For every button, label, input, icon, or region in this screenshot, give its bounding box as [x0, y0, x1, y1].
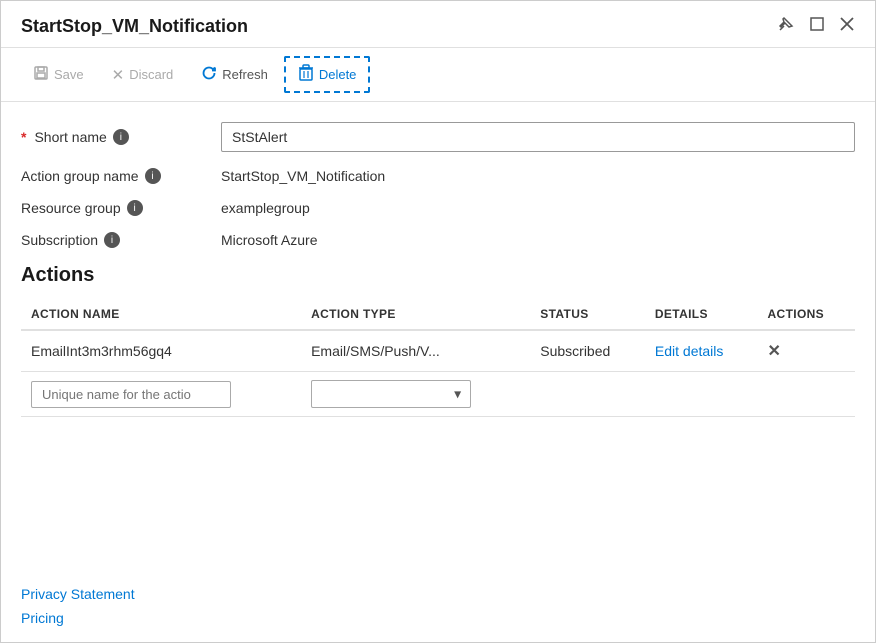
short-name-label: Short name i	[21, 129, 221, 145]
subscription-info-icon[interactable]: i	[104, 232, 120, 248]
panel-title: StartStop_VM_Notification	[21, 16, 248, 37]
delete-label: Delete	[319, 67, 357, 82]
col-status: STATUS	[530, 299, 645, 330]
action-type-select-wrapper: Email/SMS/Push/Voice Webhook Azure Funct…	[311, 380, 471, 408]
col-action-name: ACTION NAME	[21, 299, 301, 330]
new-action-status-cell	[530, 372, 645, 417]
new-action-name-cell	[21, 372, 301, 417]
action-group-name-row: Action group name i StartStop_VM_Notific…	[21, 168, 855, 184]
action-group-name-value: StartStop_VM_Notification	[221, 168, 385, 184]
privacy-statement-link[interactable]: Privacy Statement	[21, 586, 855, 602]
new-action-name-input[interactable]	[31, 381, 231, 408]
subscription-value: Microsoft Azure	[221, 232, 317, 248]
main-panel: StartStop_VM_Notification	[0, 0, 876, 643]
close-button[interactable]	[839, 16, 855, 36]
new-action-details-cell	[645, 372, 758, 417]
resource-group-value: examplegroup	[221, 200, 310, 216]
refresh-button[interactable]: Refresh	[189, 59, 280, 90]
col-details: DETAILS	[645, 299, 758, 330]
action-group-name-label: Action group name i	[21, 168, 221, 184]
save-button[interactable]: Save	[21, 59, 96, 90]
actions-cell: ✕	[758, 330, 855, 372]
actions-section-title: Actions	[21, 264, 855, 287]
details-cell: Edit details	[645, 330, 758, 372]
discard-button[interactable]: ✕ Discard	[100, 60, 186, 90]
pricing-link[interactable]: Pricing	[21, 610, 855, 626]
discard-icon: ✕	[112, 66, 125, 84]
resource-group-label: Resource group i	[21, 200, 221, 216]
title-bar: StartStop_VM_Notification	[1, 1, 875, 48]
resource-group-row: Resource group i examplegroup	[21, 200, 855, 216]
save-label: Save	[54, 67, 84, 82]
edit-details-link[interactable]: Edit details	[655, 343, 723, 359]
col-action-type: ACTION TYPE	[301, 299, 530, 330]
refresh-label: Refresh	[222, 67, 268, 82]
remove-row-button[interactable]: ✕	[768, 343, 781, 360]
status-cell: Subscribed	[530, 330, 645, 372]
new-action-actions-cell	[758, 372, 855, 417]
subscription-label: Subscription i	[21, 232, 221, 248]
delete-icon	[298, 64, 314, 85]
new-action-type-cell: Email/SMS/Push/Voice Webhook Azure Funct…	[301, 372, 530, 417]
table-row: EmailInt3m3rhm56gq4 Email/SMS/Push/V... …	[21, 330, 855, 372]
footer: Privacy Statement Pricing	[1, 570, 875, 642]
short-name-info-icon[interactable]: i	[113, 129, 129, 145]
title-bar-icons	[777, 15, 855, 37]
save-icon	[33, 65, 49, 84]
action-name-cell: EmailInt3m3rhm56gq4	[21, 330, 301, 372]
maximize-button[interactable]	[809, 16, 825, 36]
toolbar: Save ✕ Discard Refresh	[1, 48, 875, 102]
action-type-cell: Email/SMS/Push/V...	[301, 330, 530, 372]
refresh-icon	[201, 65, 217, 84]
table-header-row: ACTION NAME ACTION TYPE STATUS DETAILS A…	[21, 299, 855, 330]
short-name-input[interactable]	[221, 122, 855, 152]
delete-button[interactable]: Delete	[284, 56, 371, 93]
resource-group-info-icon[interactable]: i	[127, 200, 143, 216]
new-action-row: Email/SMS/Push/Voice Webhook Azure Funct…	[21, 372, 855, 417]
main-content: Short name i Action group name i StartSt…	[1, 102, 875, 570]
short-name-row: Short name i	[21, 122, 855, 152]
action-type-select[interactable]: Email/SMS/Push/Voice Webhook Azure Funct…	[311, 380, 471, 408]
pin-button[interactable]	[777, 15, 795, 37]
action-group-name-info-icon[interactable]: i	[145, 168, 161, 184]
discard-label: Discard	[129, 67, 173, 82]
subscription-row: Subscription i Microsoft Azure	[21, 232, 855, 248]
col-actions: ACTIONS	[758, 299, 855, 330]
actions-table: ACTION NAME ACTION TYPE STATUS DETAILS A…	[21, 299, 855, 417]
